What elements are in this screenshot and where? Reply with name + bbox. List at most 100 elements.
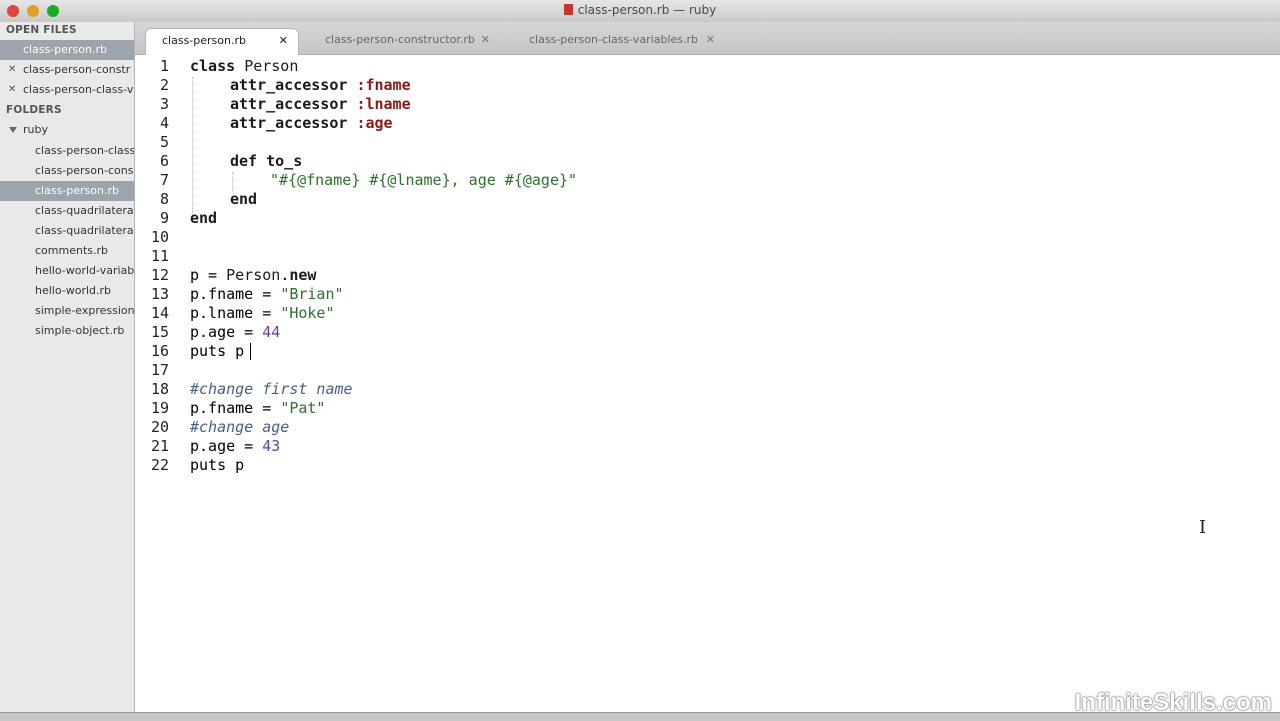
line-number: 10 <box>150 228 169 246</box>
symbol-token: :age <box>356 114 393 132</box>
code-token: p.age = <box>190 323 263 341</box>
folder-label: ruby <box>23 123 48 136</box>
close-icon[interactable]: ✕ <box>481 28 490 52</box>
string-token: "Pat" <box>280 399 326 417</box>
line-number: 9 <box>159 209 169 227</box>
line-number: 4 <box>159 114 169 132</box>
code-token: p = <box>190 266 227 284</box>
keyword-token: end <box>190 209 218 227</box>
sidebar: OPEN FILES class-person.rb ✕ class-perso… <box>0 22 135 712</box>
method-token: attr_accessor <box>230 114 348 132</box>
folder-file-item[interactable]: class-person-cons <box>0 161 134 181</box>
string-token: "Hoke" <box>280 304 335 322</box>
method-token: new <box>289 266 317 284</box>
symbol-token: :lname <box>356 95 411 113</box>
close-icon[interactable]: ✕ <box>8 80 16 100</box>
close-icon[interactable]: ✕ <box>706 28 715 52</box>
line-number: 8 <box>159 190 169 208</box>
disclosure-triangle-icon[interactable] <box>9 127 17 133</box>
line-number: 12 <box>150 266 169 284</box>
folders-header: FOLDERS <box>6 104 62 116</box>
line-number: 15 <box>150 323 169 341</box>
folder-file-item[interactable]: hello-world.rb <box>0 281 134 301</box>
tab-label: class-person-class-variables.rb <box>529 33 699 46</box>
symbol-token: :fname <box>356 76 411 94</box>
line-number: 5 <box>159 133 169 151</box>
keyword-token: class <box>190 57 236 75</box>
tab-bar: class-person.rb ✕ class-person-construct… <box>135 22 1280 55</box>
code-token: p.fname = <box>190 399 281 417</box>
folder-file-item[interactable]: simple-expression <box>0 301 134 321</box>
number-token: 43 <box>262 437 281 455</box>
keyword-token: end <box>230 190 258 208</box>
folder-file-item[interactable]: class-quadrilateral <box>0 201 134 221</box>
file-label: class-person-class <box>35 144 134 157</box>
line-number: 3 <box>159 95 169 113</box>
indent-guide <box>232 172 233 191</box>
file-label: simple-object.rb <box>35 324 125 337</box>
tab-label: class-person.rb <box>162 34 246 47</box>
folder-item-ruby[interactable]: ruby <box>0 120 134 140</box>
code-token: p.lname = <box>190 304 281 322</box>
open-file-label: class-person-constr <box>23 63 131 76</box>
class-name-token: Person <box>226 266 281 284</box>
open-file-item[interactable]: class-person.rb <box>0 40 134 60</box>
folder-file-item[interactable]: class-quadrilateral <box>0 221 134 241</box>
code-token: puts p <box>190 342 245 360</box>
line-number: 22 <box>150 456 169 474</box>
line-number: 21 <box>150 437 169 455</box>
open-file-label: class-person-class-v <box>23 83 134 96</box>
tab-class-person[interactable]: class-person.rb ✕ <box>145 28 299 55</box>
folder-file-item[interactable]: class-person.rb <box>0 181 134 201</box>
line-number: 18 <box>150 380 169 398</box>
watermark-logo: InfiniteSkills.com <box>1074 689 1272 716</box>
class-name-token: Person <box>244 57 299 75</box>
number-token: 44 <box>262 323 281 341</box>
line-number: 17 <box>150 361 169 379</box>
indent-guide <box>192 77 193 221</box>
method-name-token: to_s <box>266 152 303 170</box>
open-file-item[interactable]: ✕ class-person-class-v <box>0 80 134 100</box>
line-number: 20 <box>150 418 169 436</box>
open-file-item[interactable]: ✕ class-person-constr <box>0 60 134 80</box>
method-token: attr_accessor <box>230 76 348 94</box>
window-title-text: class-person.rb — ruby <box>577 3 717 17</box>
keyword-token: def <box>230 152 258 170</box>
line-number: 1 <box>159 57 169 75</box>
line-number: 2 <box>159 76 169 94</box>
close-icon[interactable]: ✕ <box>279 29 288 53</box>
file-label: hello-world.rb <box>35 284 112 297</box>
file-label: class-quadrilateral <box>35 204 134 217</box>
string-token: "#{@fname} #{@lname}, age #{@age}" <box>270 171 578 189</box>
ruby-file-icon <box>563 4 573 15</box>
window-title: class-person.rb — ruby <box>0 3 1280 17</box>
folder-file-item[interactable]: simple-object.rb <box>0 321 134 341</box>
tab-class-person-class-variables[interactable]: class-person-class-variables.rb ✕ <box>515 28 725 54</box>
open-file-label: class-person.rb <box>23 43 107 56</box>
folder-file-item[interactable]: hello-world-variab <box>0 261 134 281</box>
line-number: 14 <box>150 304 169 322</box>
tab-class-person-constructor[interactable]: class-person-constructor.rb ✕ <box>310 28 500 54</box>
code-token: p.age = <box>190 437 263 455</box>
code-editor[interactable]: 1 class Person 2 attr_accessor :fname 3 att… <box>135 55 1280 712</box>
line-number: 19 <box>150 399 169 417</box>
line-number: 11 <box>150 247 169 265</box>
code-token: puts p <box>190 456 245 474</box>
open-files-header: OPEN FILES <box>6 24 77 36</box>
line-number: 16 <box>150 342 169 360</box>
string-token: "Brian" <box>280 285 344 303</box>
method-token: attr_accessor <box>230 95 348 113</box>
close-icon[interactable]: ✕ <box>8 60 16 80</box>
tab-label: class-person-constructor.rb <box>325 33 475 46</box>
line-number: 7 <box>159 171 169 189</box>
code-token: . <box>280 266 290 284</box>
folder-file-item[interactable]: comments.rb <box>0 241 134 261</box>
line-number: 6 <box>159 152 169 170</box>
code-token: p.fname = <box>190 285 281 303</box>
folder-file-item[interactable]: class-person-class <box>0 141 134 161</box>
file-label: class-person-cons <box>35 164 134 177</box>
comment-token: #change age <box>190 418 290 436</box>
line-number: 13 <box>150 285 169 303</box>
file-label: class-quadrilateral <box>35 224 134 237</box>
text-caret <box>250 343 251 360</box>
